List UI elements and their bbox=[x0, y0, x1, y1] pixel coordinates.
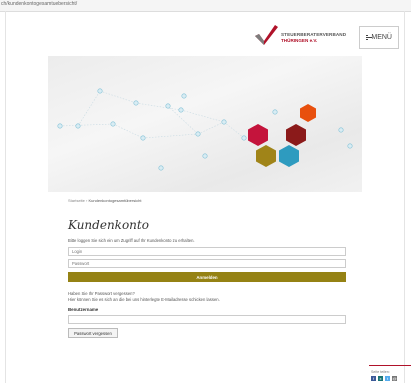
hexagon-olive bbox=[256, 145, 276, 167]
username-input[interactable] bbox=[68, 315, 346, 324]
page-frame-right bbox=[404, 11, 405, 383]
hexagon-darkred bbox=[286, 124, 306, 146]
share-divider bbox=[369, 365, 411, 366]
forgot-password-question: Haben Sie Ihr Passwort vergessen? bbox=[68, 291, 135, 296]
hexagon-red bbox=[248, 124, 268, 146]
address-url: ch/kundenkontogesamtuebersicht/ bbox=[1, 1, 78, 7]
hamburger-icon bbox=[366, 35, 374, 40]
twitter-icon[interactable]: t bbox=[385, 376, 390, 381]
username-label: Benutzername bbox=[68, 307, 99, 312]
password-reset-button[interactable]: Passwort vergessen bbox=[68, 328, 118, 338]
mail-icon[interactable]: @ bbox=[392, 376, 397, 381]
forgot-password-hint: Hier können Sie es sich an die bei uns h… bbox=[68, 297, 220, 302]
menu-label: MENÜ bbox=[371, 34, 392, 41]
address-bar[interactable]: ch/kundenkontogesamtuebersicht/ bbox=[0, 0, 411, 12]
share-label: Seite teilen: bbox=[371, 370, 390, 374]
share-icons: f x t @ bbox=[371, 376, 397, 381]
login-intro-text: Bitte loggen Sie sich ein um Zugriff auf… bbox=[68, 238, 195, 243]
login-input[interactable] bbox=[68, 247, 346, 256]
hexagon-blue bbox=[279, 145, 299, 167]
menu-button[interactable]: MENÜ bbox=[359, 26, 399, 49]
breadcrumb: Startseite › Kundenkontogesamtübersicht bbox=[68, 198, 141, 203]
breadcrumb-separator: › bbox=[86, 198, 88, 203]
hexagon-orange bbox=[300, 104, 316, 122]
xing-icon[interactable]: x bbox=[378, 376, 383, 381]
login-submit-button[interactable]: Anmelden bbox=[68, 272, 346, 282]
password-input[interactable] bbox=[68, 259, 346, 268]
breadcrumb-home[interactable]: Startseite bbox=[68, 198, 85, 203]
logo-text-line2: THÜRINGEN e.V. bbox=[281, 38, 318, 43]
breadcrumb-current: Kundenkontogesamtübersicht bbox=[88, 198, 142, 203]
logo-text-line1: STEUERBERATERVERBAND bbox=[281, 32, 347, 37]
facebook-icon[interactable]: f bbox=[371, 376, 376, 381]
hero-image bbox=[48, 56, 362, 192]
site-logo[interactable]: STEUERBERATERVERBAND THÜRINGEN e.V. bbox=[253, 24, 357, 46]
checkmark-logo-icon bbox=[255, 25, 278, 45]
page-frame-left bbox=[5, 11, 6, 383]
page-title: Kundenkonto bbox=[68, 218, 149, 232]
hexagon-network-graphic bbox=[57, 88, 353, 171]
